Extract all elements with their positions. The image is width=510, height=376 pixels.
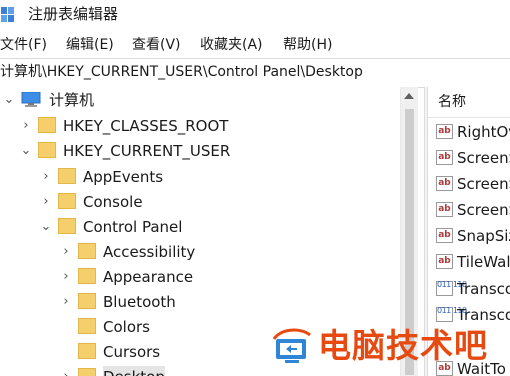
folder-icon [58, 193, 76, 209]
tree-label: Bluetooth [103, 293, 176, 311]
value-name: ScreenS [457, 201, 510, 219]
value-name: RightOv [457, 123, 510, 141]
regedit-app-icon [1, 7, 14, 22]
value-name: Transco [457, 280, 510, 298]
list-item[interactable]: ab ScreenS [428, 172, 510, 196]
binary-value-icon: 011 110 [436, 281, 467, 296]
scroll-up-arrow-icon[interactable] [404, 93, 414, 99]
window-title: 注册表编辑器 [28, 5, 119, 23]
expand-icon[interactable]: › [60, 241, 72, 263]
expand-icon[interactable]: › [40, 191, 52, 213]
folder-icon [78, 243, 96, 259]
menu-view[interactable]: 查看(V) [132, 35, 181, 55]
title-bar: 注册表编辑器 [0, 0, 510, 30]
expand-icon[interactable]: › [20, 115, 32, 137]
folder-icon [78, 318, 96, 334]
tree-label: Console [83, 193, 143, 211]
column-header-label: 名称 [438, 94, 466, 110]
folder-icon [78, 343, 96, 359]
computer-logo-icon [272, 328, 311, 363]
computer-icon [21, 92, 41, 107]
folder-icon [38, 117, 56, 133]
tree-label: HKEY_CURRENT_USER [63, 142, 231, 160]
tree-item-computer[interactable]: ⌄ 计算机 [3, 89, 203, 111]
expand-icon[interactable]: › [40, 166, 52, 188]
folder-icon [78, 368, 96, 376]
tree-label: Cursors [103, 343, 161, 361]
folder-icon [78, 293, 96, 309]
folder-icon [78, 268, 96, 284]
list-item[interactable]: 011 110 Transco [428, 277, 510, 301]
tree-label: Accessibility [103, 243, 196, 261]
list-item[interactable]: ab TileWal [428, 250, 510, 274]
tree-label: Appearance [103, 268, 194, 286]
folder-icon [38, 142, 56, 158]
tree-label: HKEY_CLASSES_ROOT [63, 117, 229, 135]
tree-label: AppEvents [83, 168, 164, 186]
collapse-icon[interactable]: ⌄ [40, 216, 52, 238]
string-value-icon: ab [436, 254, 453, 269]
value-name: ScreenS [457, 149, 510, 167]
value-name: ScreenS [457, 175, 510, 193]
menu-favorites[interactable]: 收藏夹(A) [200, 35, 263, 55]
folder-icon [58, 168, 76, 184]
expand-icon[interactable]: › [60, 291, 72, 313]
menu-file[interactable]: 文件(F) [0, 35, 47, 55]
list-item[interactable]: ab ScreenS [428, 198, 510, 222]
folder-icon [58, 218, 76, 234]
list-item[interactable]: ab ScreenS [428, 146, 510, 170]
tree-label: Control Panel [83, 218, 183, 236]
tree-label: 计算机 [49, 91, 95, 109]
menu-bar: 文件(F) 编辑(E) 查看(V) 收藏夹(A) 帮助(H) [0, 33, 510, 57]
binary-value-icon: 011 110 [436, 307, 467, 322]
address-path[interactable]: 计算机\HKEY_CURRENT_USER\Control Panel\Desk… [0, 63, 363, 82]
collapse-icon[interactable]: ⌄ [3, 89, 15, 111]
string-value-icon: ab [436, 176, 453, 191]
column-header-name[interactable]: 名称 [428, 87, 510, 118]
value-name: TileWal [457, 253, 510, 271]
value-name: SnapSiz [457, 227, 510, 245]
string-value-icon: ab [436, 202, 453, 217]
string-value-icon: ab [436, 228, 453, 243]
list-item[interactable]: ab SnapSiz [428, 224, 510, 248]
menu-help[interactable]: 帮助(H) [283, 35, 332, 55]
address-bar[interactable]: 计算机\HKEY_CURRENT_USER\Control Panel\Desk… [0, 58, 510, 88]
watermark: 电脑技术吧 [268, 323, 510, 371]
watermark-text: 电脑技术吧 [318, 326, 488, 365]
string-value-icon: ab [436, 124, 453, 139]
tree-label: Desktop [103, 366, 165, 376]
collapse-icon[interactable]: ⌄ [20, 140, 32, 162]
expand-icon[interactable]: › [60, 266, 72, 288]
list-item[interactable]: ab RightOv [428, 120, 510, 144]
expand-icon[interactable]: › [60, 366, 72, 376]
menu-edit[interactable]: 编辑(E) [66, 35, 114, 55]
tree-label: Colors [103, 318, 150, 336]
string-value-icon: ab [436, 150, 453, 165]
